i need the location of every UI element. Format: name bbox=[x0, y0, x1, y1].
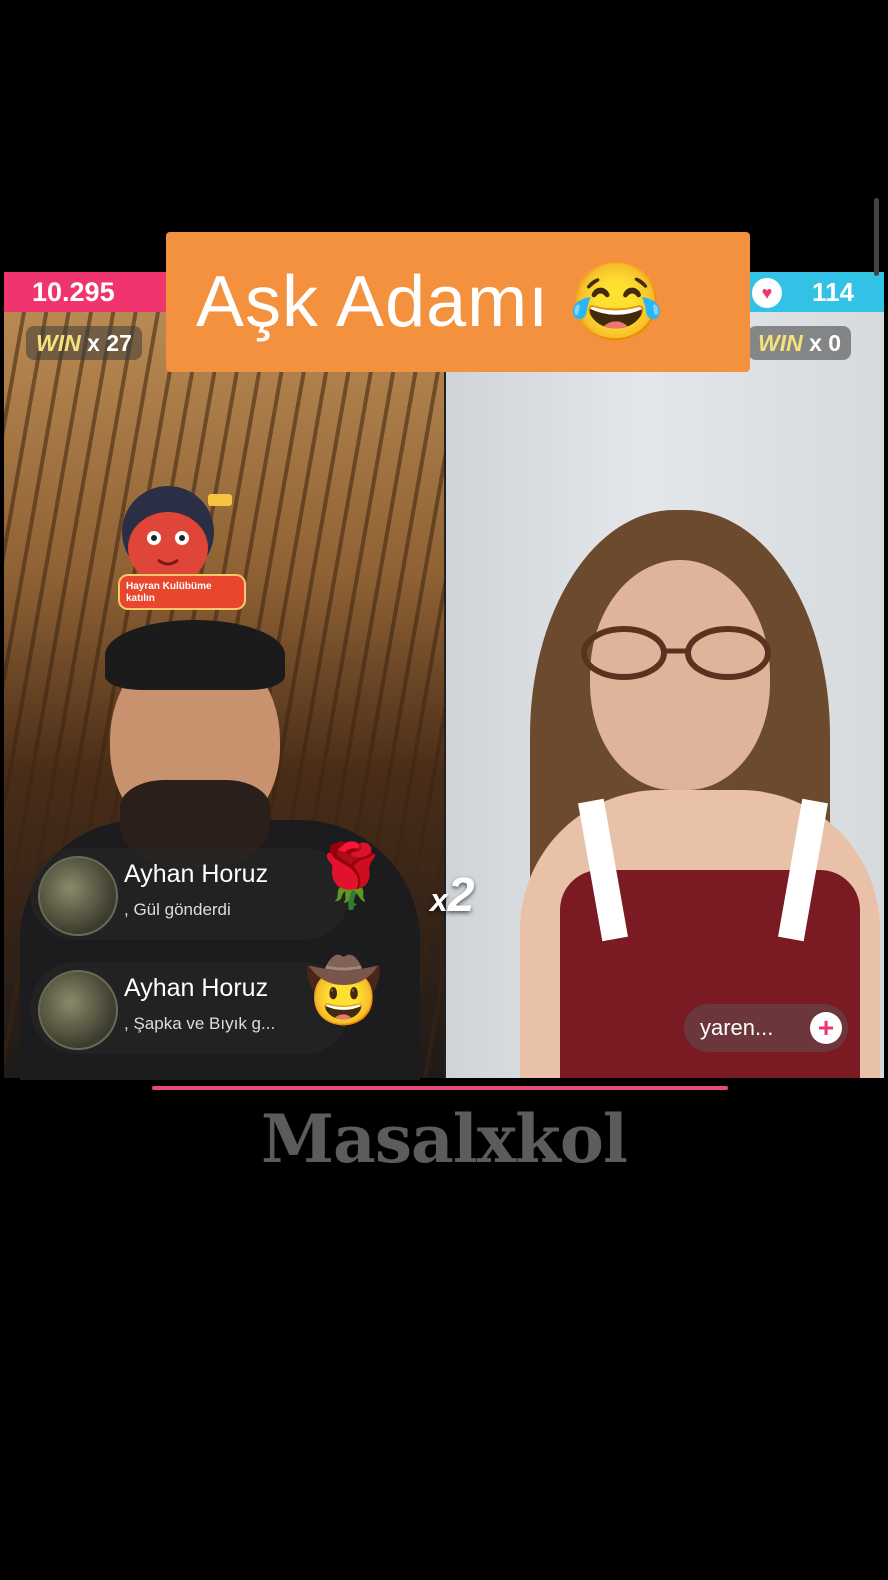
title-text: Aşk Adamı bbox=[196, 262, 550, 342]
laughing-emoji-icon: 😂 bbox=[569, 260, 664, 345]
right-win-streak: WIN x 0 bbox=[748, 326, 852, 360]
scrollbar[interactable] bbox=[874, 198, 879, 276]
glasses-icon bbox=[581, 626, 771, 680]
hat-mustache-gift-icon: 🤠 bbox=[305, 957, 383, 1026]
gift-sender-name: Ayhan Horuz bbox=[124, 860, 269, 888]
watermark-text: Masalxkol bbox=[261, 1100, 628, 1178]
multiplier-value: 2 bbox=[447, 869, 475, 922]
win-label: WIN bbox=[36, 330, 81, 356]
win-count: x 27 bbox=[87, 330, 132, 356]
win-count: x 0 bbox=[809, 330, 842, 356]
left-win-streak: WIN x 27 bbox=[26, 326, 142, 360]
gift-sender-name: Ayhan Horuz bbox=[124, 974, 269, 1002]
fanclub-join-label[interactable]: Hayran Kulübüme katılın bbox=[118, 574, 246, 610]
gift-description: , Gül gönderdi bbox=[124, 900, 231, 919]
avatar bbox=[38, 856, 118, 936]
right-team-heart-icon: ♥ bbox=[752, 278, 782, 308]
multiplier-x: x bbox=[430, 882, 448, 918]
win-label: WIN bbox=[758, 330, 803, 356]
title-banner: Aşk Adamı 😂 bbox=[166, 232, 750, 372]
follow-plus-icon[interactable]: + bbox=[810, 1012, 842, 1044]
avatar bbox=[38, 970, 118, 1050]
video-progress-bar[interactable] bbox=[152, 1086, 728, 1090]
battle-divider bbox=[444, 310, 446, 1078]
left-team-score: 10.295 bbox=[4, 272, 170, 312]
gift-multiplier: x2 bbox=[430, 868, 475, 923]
left-streamer-hair bbox=[105, 620, 285, 690]
rose-gift-icon: 🌹 bbox=[312, 842, 390, 911]
gift-description: , Şapka ve Bıyık g... bbox=[124, 1014, 276, 1033]
gift-notification: Ayhan Horuz , Şapka ve Bıyık g... bbox=[30, 962, 350, 1054]
gift-notification: Ayhan Horuz , Gül gönderdi bbox=[30, 848, 350, 940]
